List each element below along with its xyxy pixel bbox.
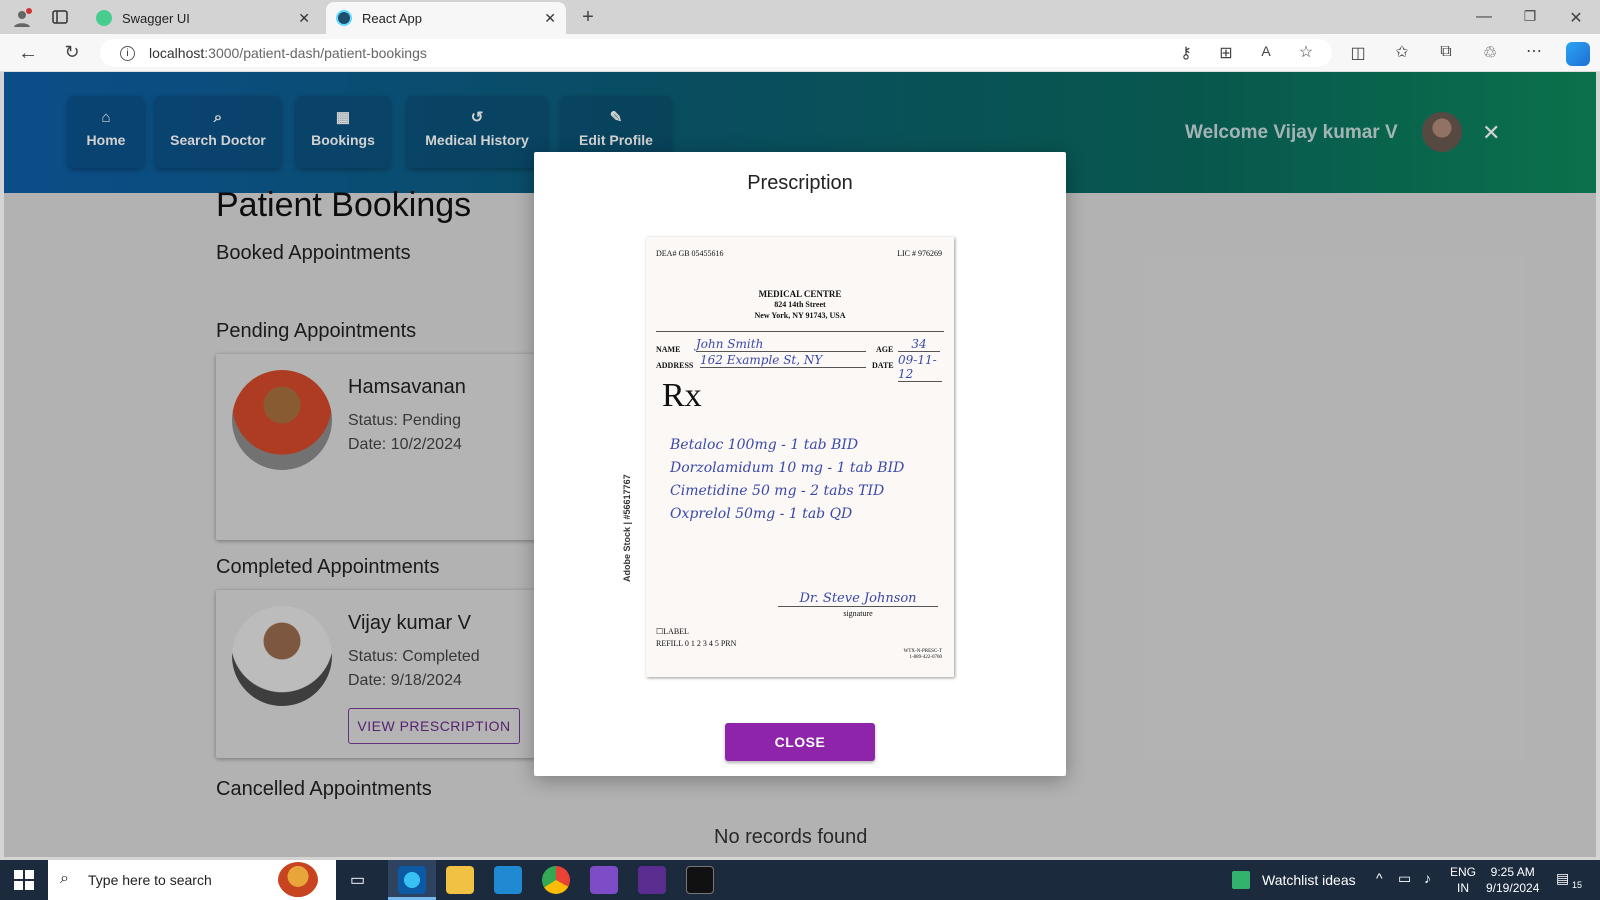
label-text: LABEL — [663, 627, 689, 636]
favorites-icon[interactable]: ✩ — [1390, 42, 1414, 62]
new-tab-icon[interactable]: + — [576, 6, 600, 29]
react-icon — [336, 10, 352, 26]
address-bar[interactable]: i localhost:3000/patient-dash/patient-bo… — [100, 39, 1332, 67]
visual-studio-icon[interactable] — [590, 866, 618, 894]
label-checkbox: ☐LABEL — [656, 627, 689, 636]
read-aloud-icon[interactable]: A — [1254, 43, 1278, 59]
back-icon[interactable]: ← — [16, 42, 40, 65]
volume-icon[interactable]: ♪ — [1424, 870, 1431, 886]
key-icon[interactable]: ⚷ — [1174, 43, 1198, 63]
close-tab-icon[interactable]: ✕ — [544, 10, 556, 27]
restore-icon[interactable]: ❐ — [1518, 8, 1542, 25]
start-icon[interactable] — [14, 870, 34, 895]
search-highlight-icon — [278, 862, 318, 898]
medication-line: Cimetidine 50 mg - 2 tabs TID — [670, 483, 885, 499]
divider — [656, 331, 944, 332]
chevron-up-icon[interactable]: ^ — [1376, 870, 1383, 886]
site-info-icon[interactable]: i — [120, 45, 135, 61]
medication-line: Betaloc 100mg - 1 tab BID — [670, 437, 859, 453]
refresh-icon[interactable]: ↻ — [60, 42, 84, 63]
search-icon: ⌕ — [60, 870, 69, 887]
address-label: ADDRESS — [656, 361, 694, 370]
tab-react-app[interactable]: React App ✕ — [326, 2, 566, 34]
taskbar-search[interactable]: ⌕ Type here to search — [48, 860, 336, 900]
prescription-date: 09-11-12 — [898, 353, 942, 382]
swagger-icon — [96, 10, 112, 26]
apps-icon[interactable]: ⊞ — [1214, 43, 1238, 63]
tab-swagger[interactable]: Swagger UI ✕ — [86, 2, 320, 34]
more-menu-icon[interactable]: ⋯ — [1522, 41, 1546, 61]
patient-name: John Smith — [696, 337, 866, 352]
terminal-ps-icon[interactable] — [638, 866, 666, 894]
split-screen-icon[interactable]: ◫ — [1346, 43, 1370, 63]
form-phone: 1-889-422-0700 — [909, 655, 943, 660]
chrome-icon[interactable] — [542, 866, 570, 894]
watchlist-icon[interactable] — [1232, 871, 1250, 889]
medication-line: Dorzolamidum 10 mg - 1 tab BID — [670, 460, 905, 476]
name-label: NAME — [656, 345, 681, 354]
close-button[interactable]: CLOSE — [725, 723, 875, 761]
vscode-icon[interactable] — [494, 866, 522, 894]
age-label: AGE — [876, 345, 894, 354]
favorite-star-icon[interactable]: ☆ — [1294, 42, 1318, 62]
clinic-city: New York, NY 91743, USA — [754, 311, 846, 320]
signature-label: signature — [843, 609, 873, 618]
extensions-icon[interactable]: ♲ — [1478, 43, 1502, 63]
prescription-modal: Prescription Adobe Stock | #56617767 DEA… — [534, 152, 1066, 776]
tab-title: React App — [362, 10, 422, 26]
notification-count: 15 — [1572, 880, 1583, 890]
date-label: DATE — [872, 361, 894, 370]
tab-actions-icon[interactable] — [48, 8, 72, 31]
modal-title: Prescription — [747, 172, 853, 194]
network-icon[interactable]: ▭ — [1398, 870, 1411, 887]
close-tab-icon[interactable]: ✕ — [298, 10, 310, 27]
language-indicator[interactable]: ENG IN — [1450, 864, 1476, 896]
collections-icon[interactable]: ⧉ — [1434, 43, 1458, 61]
patient-age: 34 — [898, 337, 940, 352]
widget-text[interactable]: Watchlist ideas — [1262, 872, 1356, 888]
clinic-name: MEDICAL CENTRE — [758, 289, 842, 299]
patient-address: 162 Example St, NY — [700, 353, 866, 368]
form-code: WTX-N-PRESC-T — [903, 649, 942, 654]
prescription-image: DEA# GB 05455616 LIC # 976269 MEDICAL CE… — [646, 237, 954, 677]
medication-line: Oxprelol 50mg - 1 tab QD — [670, 506, 853, 522]
edge-icon[interactable] — [398, 866, 426, 894]
window-close-icon[interactable]: ✕ — [1564, 8, 1588, 28]
cmd-icon[interactable] — [686, 866, 714, 894]
clock[interactable]: 9:25 AM 9/19/2024 — [1486, 864, 1539, 896]
stock-watermark: Adobe Stock | #56617767 — [622, 474, 632, 582]
clinic-street: 824 14th Street — [774, 300, 826, 309]
search-placeholder: Type here to search — [88, 872, 212, 888]
url-host: localhost — [149, 45, 205, 61]
minimize-icon[interactable]: — — [1472, 8, 1496, 26]
clock-time: 9:25 AM — [1490, 865, 1535, 879]
file-explorer-icon[interactable] — [446, 866, 474, 894]
profile-icon[interactable] — [10, 8, 34, 33]
doctor-signature: Dr. Steve Johnson — [778, 591, 938, 607]
license-number: LIC # 976269 — [897, 249, 942, 258]
rx-symbol: Rx — [662, 377, 702, 414]
task-view-icon[interactable]: ▭ — [350, 870, 365, 890]
lang-code: ENG — [1450, 865, 1477, 879]
dea-number: DEA# GB 05455616 — [656, 249, 724, 258]
clock-date: 9/19/2024 — [1486, 881, 1540, 895]
url-path: :3000/patient-dash/patient-bookings — [204, 45, 427, 61]
lang-region: IN — [1457, 881, 1469, 895]
refill-text: REFILL 0 1 2 3 4 5 PRN — [656, 639, 737, 648]
tab-title: Swagger UI — [122, 10, 190, 26]
copilot-icon[interactable] — [1566, 42, 1590, 66]
notifications-icon[interactable]: ▤ — [1556, 870, 1569, 887]
